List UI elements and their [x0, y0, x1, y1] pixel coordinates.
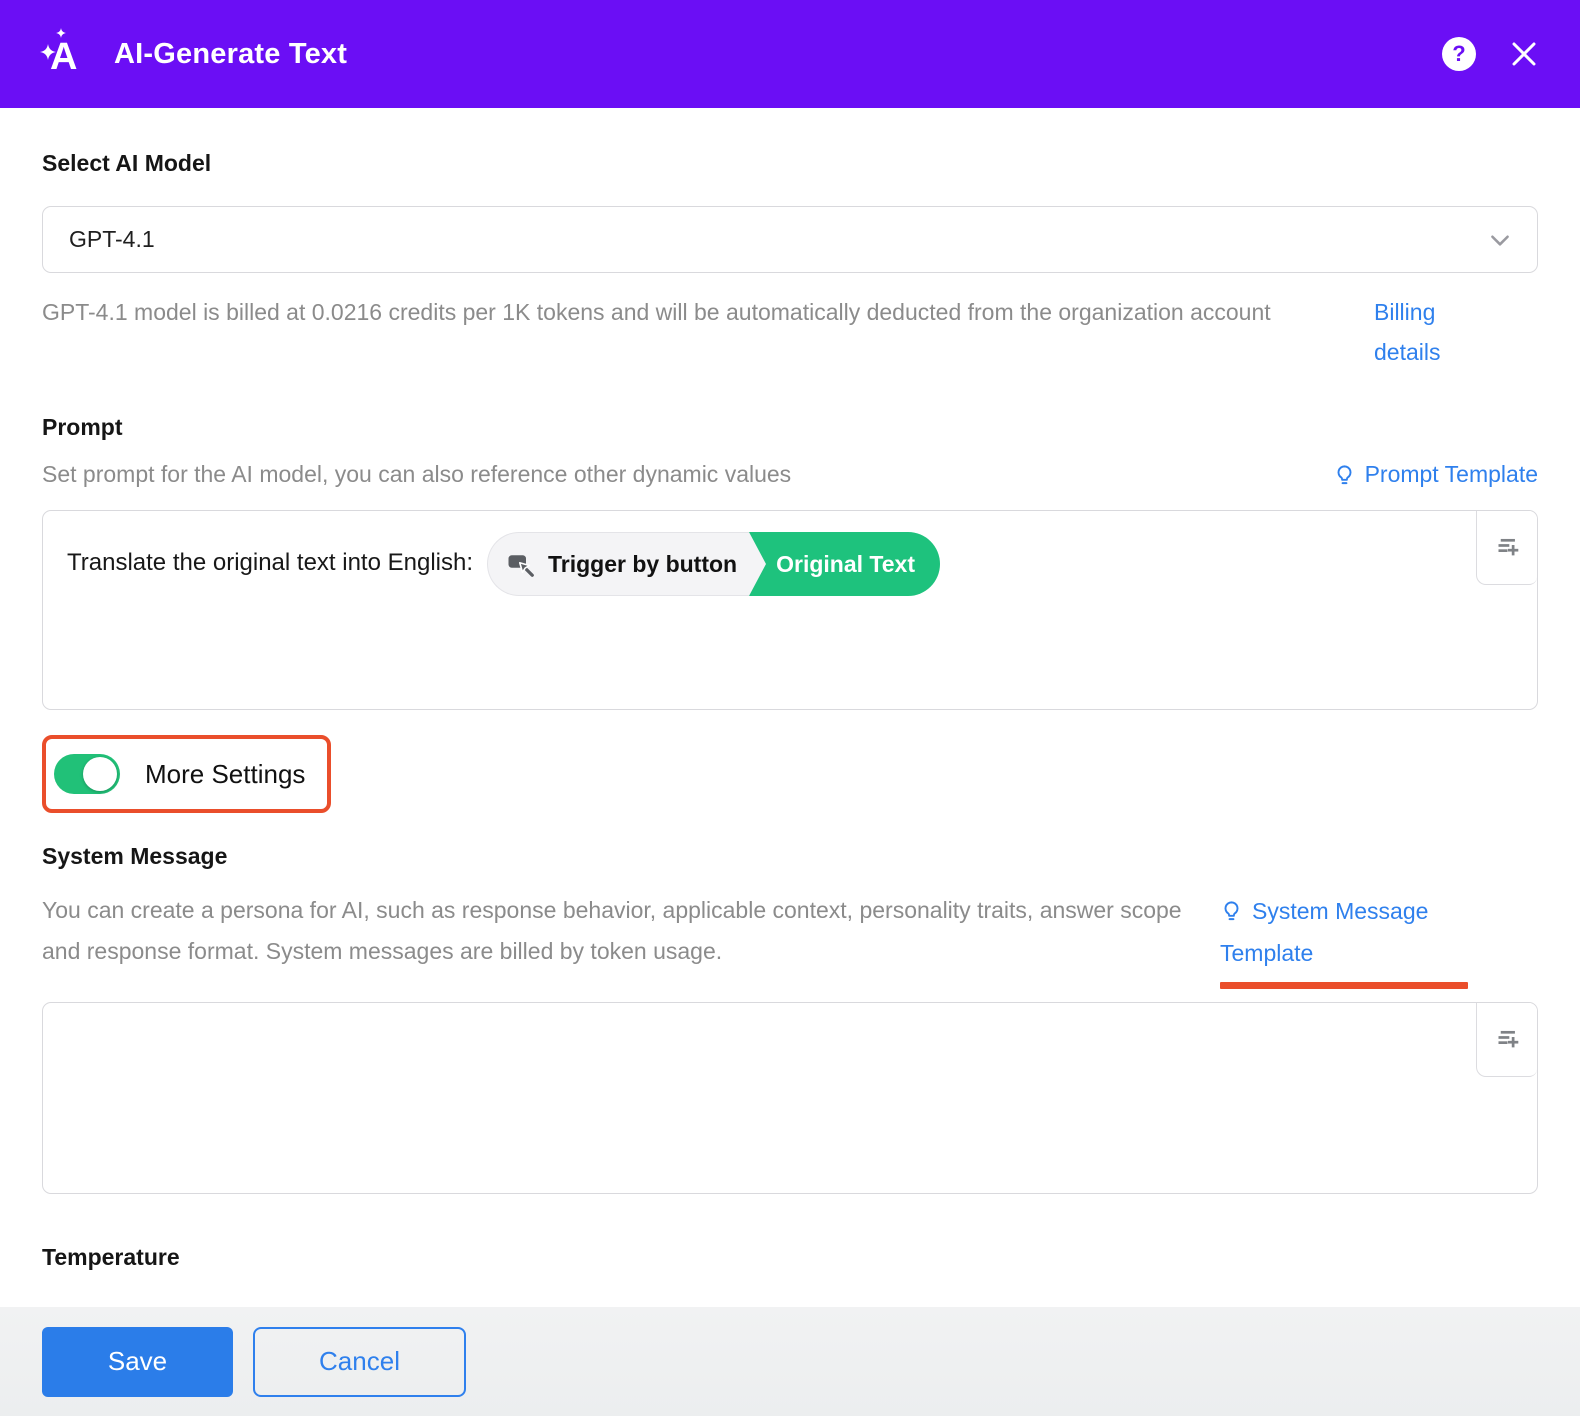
system-message-description: You can create a persona for AI, such as… — [42, 890, 1187, 972]
temperature-label: Temperature — [42, 1244, 1538, 1271]
lightbulb-icon — [1220, 899, 1243, 922]
ai-model-select[interactable]: GPT-4.1 — [42, 206, 1538, 273]
prompt-editor-content[interactable]: Translate the original text into English… — [43, 511, 1537, 709]
save-button[interactable]: Save — [42, 1327, 233, 1397]
system-message-label: System Message — [42, 843, 1538, 870]
insert-variable-button[interactable] — [1476, 511, 1537, 585]
original-text-tag: Original Text — [749, 532, 940, 596]
template-link-annotation-underline — [1220, 982, 1468, 989]
prompt-label: Prompt — [42, 414, 1538, 441]
system-message-content[interactable] — [43, 1003, 1537, 1193]
billing-note: GPT-4.1 model is billed at 0.0216 credit… — [42, 292, 1271, 372]
help-icon[interactable]: ? — [1442, 37, 1476, 71]
prompt-variable-tag[interactable]: Trigger by buttonOriginal Text — [487, 532, 940, 596]
trigger-tag-segment: Trigger by button — [487, 532, 749, 596]
system-message-editor[interactable] — [42, 1002, 1538, 1194]
billing-details-link[interactable]: Billing details — [1374, 292, 1466, 372]
ai-sparkle-logo-icon: A — [40, 28, 88, 80]
cancel-button[interactable]: Cancel — [253, 1327, 466, 1397]
insert-variable-button[interactable] — [1476, 1003, 1537, 1077]
prompt-text: Translate the original text into English… — [67, 549, 473, 576]
button-click-cursor-icon — [506, 549, 536, 579]
dialog-body: Select AI Model GPT-4.1 GPT-4.1 model is… — [0, 150, 1580, 1271]
insert-list-plus-icon — [1494, 1026, 1521, 1053]
prompt-template-link[interactable]: Prompt Template — [1333, 461, 1538, 488]
dialog-header: A AI-Generate Text ? — [0, 0, 1580, 108]
insert-list-plus-icon — [1494, 534, 1521, 561]
more-settings-label: More Settings — [145, 759, 305, 790]
dialog-footer: Save Cancel — [0, 1307, 1580, 1416]
tag-arrow-divider — [749, 532, 766, 596]
lightbulb-icon — [1333, 463, 1356, 486]
toggle-knob — [83, 757, 117, 791]
more-settings-toggle[interactable] — [54, 754, 120, 794]
close-icon[interactable] — [1508, 38, 1540, 70]
prompt-description: Set prompt for the AI model, you can als… — [42, 461, 791, 488]
ai-model-selected-value: GPT-4.1 — [69, 226, 155, 253]
chevron-down-icon — [1487, 227, 1513, 253]
system-message-template-link[interactable]: System Message Template — [1220, 898, 1428, 966]
prompt-editor[interactable]: Translate the original text into English… — [42, 510, 1538, 710]
more-settings-annotation-box: More Settings — [42, 735, 331, 813]
dialog-title: AI-Generate Text — [114, 38, 347, 71]
select-ai-model-label: Select AI Model — [42, 150, 1538, 177]
